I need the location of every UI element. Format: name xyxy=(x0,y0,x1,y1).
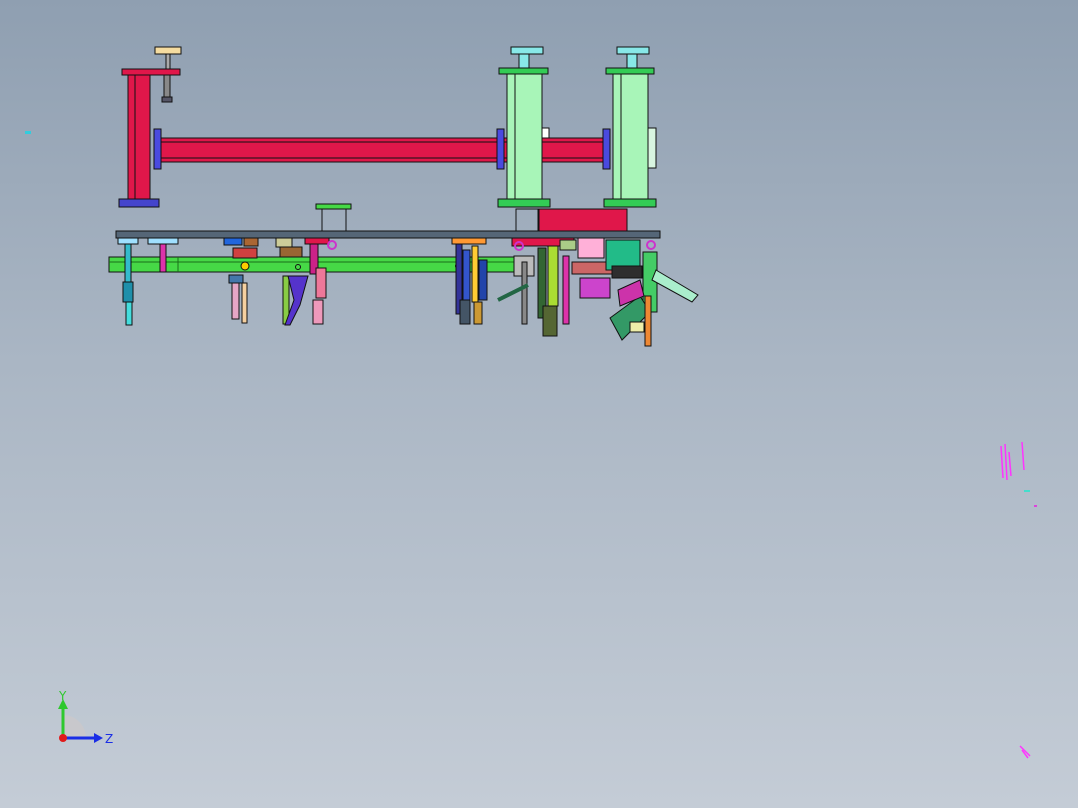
middle-green-column[interactable] xyxy=(497,46,551,208)
left-support-column[interactable] xyxy=(118,46,182,208)
right-green-column[interactable] xyxy=(603,46,657,208)
clamp-unit-3[interactable] xyxy=(275,237,337,326)
graphics-viewport[interactable]: Y Z xyxy=(0,0,1078,808)
clamp-unit-left[interactable] xyxy=(117,237,179,326)
mounting-plate[interactable] xyxy=(115,230,661,239)
clamp-unit-2[interactable] xyxy=(223,237,259,324)
clamp-unit-cluster-right[interactable] xyxy=(497,237,699,347)
clamp-unit-cluster-middle[interactable] xyxy=(451,237,488,325)
x-axis-dot xyxy=(59,734,67,742)
triad-quadrant-shading xyxy=(63,715,86,738)
y-axis-label: Y xyxy=(58,689,67,703)
base-block[interactable] xyxy=(315,203,628,232)
z-axis-label: Z xyxy=(105,732,113,746)
z-axis-arrowhead xyxy=(94,733,103,743)
view-orientation-triad[interactable]: Y Z xyxy=(40,685,150,765)
cad-model-scene[interactable] xyxy=(0,0,1078,808)
stray-sketch-marks xyxy=(25,131,1037,759)
